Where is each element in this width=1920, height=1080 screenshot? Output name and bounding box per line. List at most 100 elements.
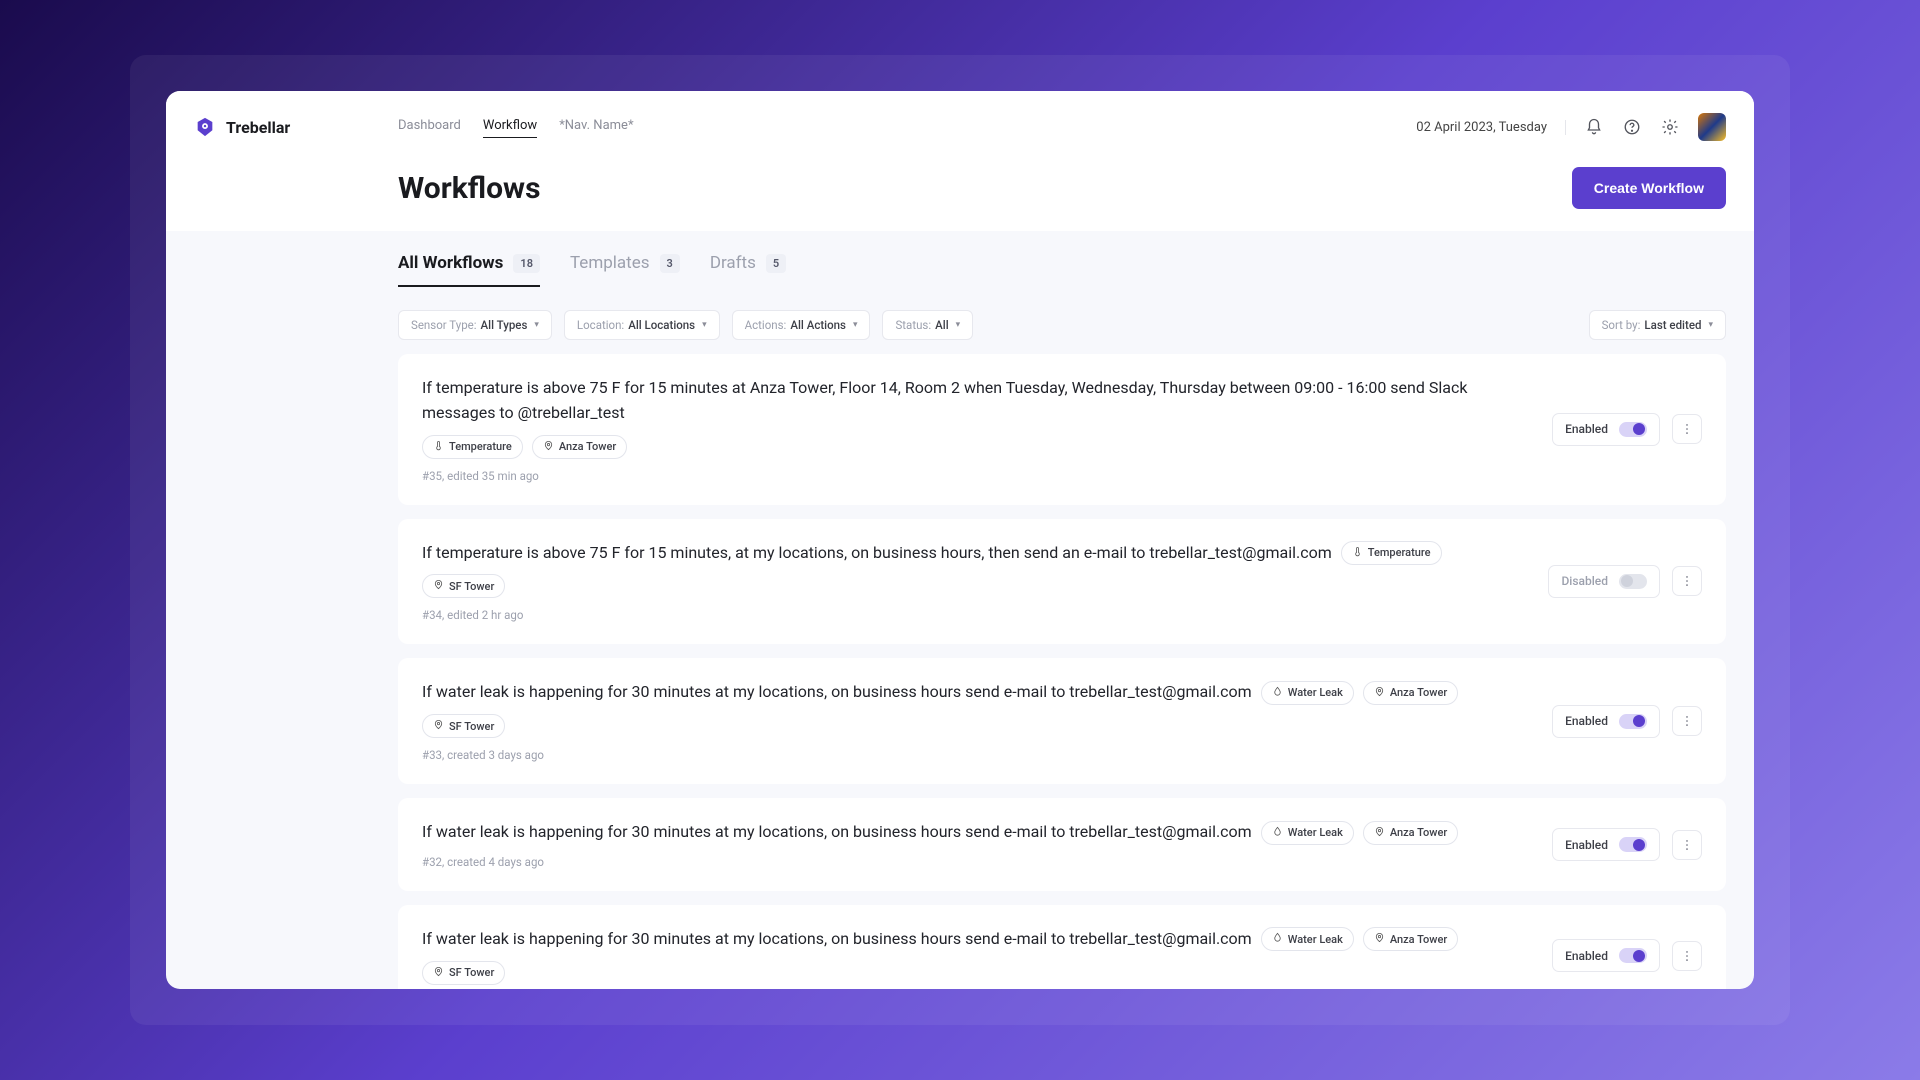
filters: Sensor Type: All Types ▾ Location: All L… — [398, 288, 1726, 354]
page-title: Workflows — [398, 171, 541, 206]
tag-anza-tower: Anza Tower — [1363, 681, 1458, 705]
toggle-label: Enabled — [1565, 422, 1608, 436]
more-menu-button[interactable] — [1672, 706, 1702, 736]
temperature-icon — [1352, 546, 1363, 560]
content: All Workflows18 Templates3 Drafts5 Sensor … — [166, 231, 1754, 989]
workflow-meta: #33, created 3 days ago — [422, 748, 1532, 762]
tag-label: Anza Tower — [1390, 826, 1447, 839]
enable-toggle[interactable]: Enabled — [1552, 705, 1660, 738]
tag-label: SF Tower — [449, 580, 494, 593]
workflow-list: If temperature is above 75 F for 15 minu… — [398, 354, 1726, 989]
water-icon — [1272, 686, 1283, 700]
enable-toggle[interactable]: Enabled — [1552, 413, 1660, 446]
location-icon — [433, 579, 444, 593]
help-icon[interactable] — [1622, 117, 1642, 137]
tag-water-leak: Water Leak — [1261, 681, 1354, 705]
workflow-description: If water leak is happening for 30 minute… — [422, 680, 1252, 705]
switch[interactable] — [1619, 714, 1647, 729]
filter-value: All Types — [481, 318, 528, 332]
filter-label: Actions: — [745, 318, 787, 332]
location-icon — [1374, 686, 1385, 700]
tab-templates[interactable]: Templates3 — [570, 253, 680, 287]
bell-icon[interactable] — [1584, 117, 1604, 137]
filter-status[interactable]: Status: All ▾ — [882, 310, 973, 340]
enable-toggle[interactable]: Enabled — [1552, 828, 1660, 861]
location-icon — [543, 440, 554, 454]
switch[interactable] — [1619, 948, 1647, 963]
switch[interactable] — [1619, 422, 1647, 437]
filter-label: Sort by: — [1602, 318, 1641, 332]
tab-label: All Workflows — [398, 253, 503, 273]
toggle-label: Enabled — [1565, 838, 1608, 852]
location-icon — [1374, 826, 1385, 840]
filter-value: All Locations — [628, 318, 695, 332]
more-menu-button[interactable] — [1672, 830, 1702, 860]
tabs: All Workflows18 Templates3 Drafts5 — [398, 231, 1726, 288]
workflow-description: If temperature is above 75 F for 15 minu… — [422, 376, 1532, 426]
enable-toggle[interactable]: Disabled — [1548, 565, 1660, 598]
tag-label: Water Leak — [1288, 686, 1343, 699]
tag-anza-tower: Anza Tower — [532, 435, 627, 459]
toggle-label: Disabled — [1561, 574, 1608, 588]
switch[interactable] — [1619, 574, 1647, 589]
tag-label: Water Leak — [1288, 826, 1343, 839]
sort-by[interactable]: Sort by: Last edited ▾ — [1589, 310, 1726, 340]
switch[interactable] — [1619, 837, 1647, 852]
location-icon — [433, 966, 444, 980]
logo-icon — [194, 116, 216, 138]
tag-anza-tower: Anza Tower — [1363, 927, 1458, 951]
nav-item-workflow[interactable]: Workflow — [483, 118, 537, 136]
tag-sf-tower: SF Tower — [422, 961, 505, 985]
tab-drafts[interactable]: Drafts5 — [710, 253, 786, 287]
more-menu-button[interactable] — [1672, 566, 1702, 596]
tag-temperature: Temperature — [422, 435, 523, 459]
create-workflow-button[interactable]: Create Workflow — [1572, 167, 1726, 209]
nav-item-dashboard[interactable]: Dashboard — [398, 118, 461, 136]
avatar[interactable] — [1698, 113, 1726, 141]
tag-label: Temperature — [1368, 546, 1431, 559]
workflow-meta: #35, edited 35 min ago — [422, 469, 1532, 483]
location-icon — [1374, 932, 1385, 946]
filter-label: Location: — [577, 318, 624, 332]
tag-temperature: Temperature — [1341, 541, 1442, 565]
current-date: 02 April 2023, Tuesday — [1416, 120, 1566, 135]
more-menu-button[interactable] — [1672, 941, 1702, 971]
filter-label: Status: — [895, 318, 931, 332]
brand: Trebellar — [194, 116, 398, 138]
tag-sf-tower: SF Tower — [422, 574, 505, 598]
header: Trebellar Dashboard Workflow *Nav. Name* 0… — [166, 91, 1754, 231]
workflow-card: If water leak is happening for 30 minute… — [398, 798, 1726, 891]
tag-anza-tower: Anza Tower — [1363, 821, 1458, 845]
workflow-meta: #34, edited 2 hr ago — [422, 608, 1528, 622]
brand-name: Trebellar — [226, 118, 290, 137]
water-icon — [1272, 932, 1283, 946]
tab-all-workflows[interactable]: All Workflows18 — [398, 253, 540, 287]
tag-label: Water Leak — [1288, 933, 1343, 946]
topbar: Trebellar Dashboard Workflow *Nav. Name* 0… — [194, 109, 1726, 145]
workflow-card: If water leak is happening for 30 minute… — [398, 658, 1726, 784]
nav-item--nav-name-[interactable]: *Nav. Name* — [559, 118, 633, 136]
chevron-down-icon: ▾ — [702, 320, 707, 330]
tab-count-badge: 3 — [660, 254, 680, 273]
more-menu-button[interactable] — [1672, 414, 1702, 444]
tag-label: SF Tower — [449, 720, 494, 733]
location-icon — [433, 719, 444, 733]
chevron-down-icon: ▾ — [956, 320, 961, 330]
workflow-card: If water leak is happening for 30 minute… — [398, 905, 1726, 989]
filter-actions[interactable]: Actions: All Actions ▾ — [732, 310, 871, 340]
temperature-icon — [433, 440, 444, 454]
filter-value: All — [935, 318, 949, 332]
enable-toggle[interactable]: Enabled — [1552, 939, 1660, 972]
filter-sensor-type[interactable]: Sensor Type: All Types ▾ — [398, 310, 552, 340]
tag-water-leak: Water Leak — [1261, 927, 1354, 951]
tab-count-badge: 5 — [766, 254, 786, 273]
tag-water-leak: Water Leak — [1261, 821, 1354, 845]
gear-icon[interactable] — [1660, 117, 1680, 137]
chevron-down-icon: ▾ — [1708, 320, 1713, 330]
filter-location[interactable]: Location: All Locations ▾ — [564, 310, 720, 340]
workflow-description: If temperature is above 75 F for 15 minu… — [422, 541, 1332, 566]
workflow-description: If water leak is happening for 30 minute… — [422, 820, 1252, 845]
workflow-description: If water leak is happening for 30 minute… — [422, 927, 1252, 952]
tag-label: Anza Tower — [1390, 686, 1447, 699]
tag-label: Anza Tower — [559, 440, 616, 453]
